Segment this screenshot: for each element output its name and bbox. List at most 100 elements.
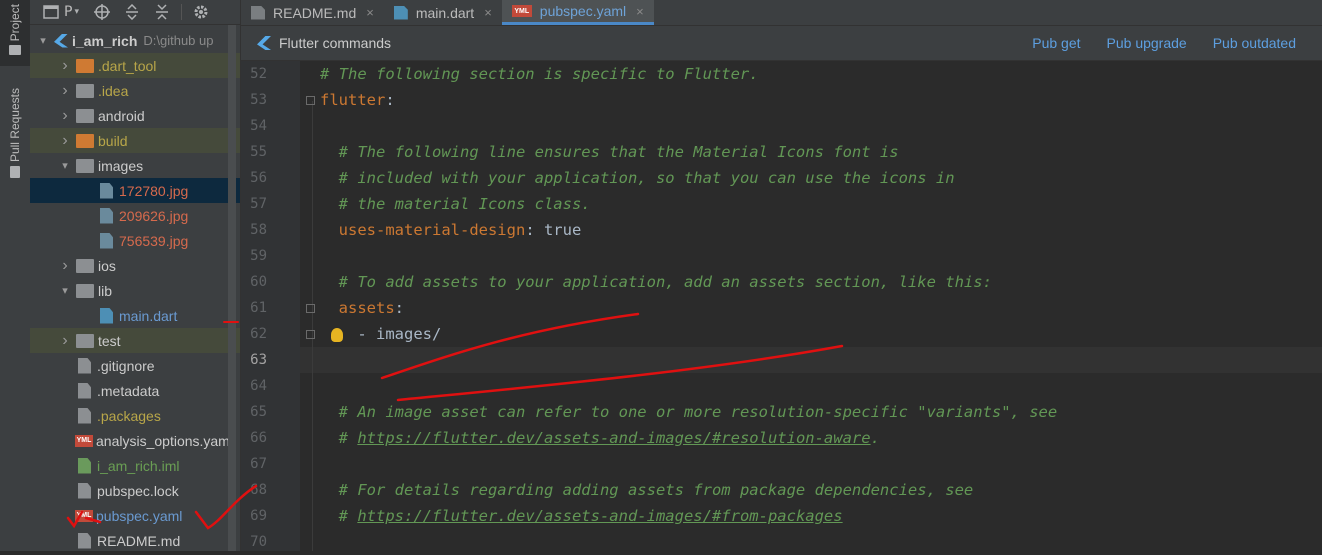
- tree-item[interactable]: › .idea: [30, 78, 240, 103]
- tree-item[interactable]: .metadata: [30, 378, 240, 403]
- chevron-down-icon[interactable]: ▾: [58, 284, 72, 297]
- chevron-right-icon[interactable]: ›: [58, 82, 72, 100]
- tree-item[interactable]: .packages: [30, 403, 240, 428]
- pub-get-link[interactable]: Pub get: [1032, 35, 1080, 51]
- chevron-right-icon[interactable]: ›: [58, 257, 72, 275]
- code-line[interactable]: [320, 451, 1322, 477]
- folder-icon: [76, 83, 94, 98]
- code-token: uses-material-design: [338, 221, 526, 239]
- editor-tab[interactable]: YML pubspec.yaml ×: [501, 0, 654, 25]
- tree-item-label: android: [98, 107, 145, 124]
- line-number: 61: [250, 300, 267, 316]
- tree-item[interactable]: ▾ lib: [30, 278, 240, 303]
- code-token: # The following line ensures that the Ma…: [338, 143, 899, 161]
- editor-tab[interactable]: main.dart ×: [384, 0, 502, 25]
- file-icon: [78, 532, 91, 549]
- image-file-icon: [100, 207, 113, 224]
- chevron-down-icon[interactable]: ▾: [58, 159, 72, 172]
- tree-item[interactable]: main.dart: [30, 303, 240, 328]
- project-toolbar: P ▾: [30, 0, 240, 25]
- tree-item[interactable]: 209626.jpg: [30, 203, 240, 228]
- code-line[interactable]: [320, 373, 1322, 399]
- code-line[interactable]: # https://flutter.dev/assets-and-images/…: [320, 503, 1322, 529]
- folder-icon: [76, 333, 94, 348]
- pub-outdated-link[interactable]: Pub outdated: [1213, 35, 1296, 51]
- line-number: 62: [250, 326, 267, 342]
- code-line[interactable]: # included with your application, so tha…: [320, 165, 1322, 191]
- chevron-down-icon[interactable]: ▾: [74, 7, 79, 17]
- tree-item[interactable]: › android: [30, 103, 240, 128]
- code-line[interactable]: uses-material-design: true: [320, 217, 1322, 243]
- editor-tab[interactable]: README.md ×: [241, 0, 384, 25]
- pub-upgrade-link[interactable]: Pub upgrade: [1107, 35, 1187, 51]
- tree-item[interactable]: › build: [30, 128, 240, 153]
- tree-item-label: test: [98, 332, 121, 349]
- code-line[interactable]: assets:: [320, 295, 1322, 321]
- pull-requests-tool-tab[interactable]: Pull Requests: [0, 88, 30, 188]
- settings-gear-icon: [194, 5, 208, 19]
- tree-item[interactable]: README.md: [30, 528, 240, 551]
- tree-item[interactable]: pubspec.lock: [30, 478, 240, 503]
- code-line[interactable]: # https://flutter.dev/assets-and-images/…: [320, 425, 1322, 451]
- locate-file-icon[interactable]: [91, 1, 113, 23]
- project-scrollbar[interactable]: [228, 25, 236, 551]
- tree-item[interactable]: › ios: [30, 253, 240, 278]
- chevron-right-icon[interactable]: ›: [58, 57, 72, 75]
- tree-item-label: 756539.jpg: [119, 232, 189, 249]
- image-file-icon: [100, 232, 113, 249]
- project-view-selector[interactable]: P: [64, 4, 72, 20]
- markdown-file-icon: [251, 5, 265, 20]
- code-line[interactable]: # An image asset can refer to one or mor…: [320, 399, 1322, 425]
- code-line[interactable]: - images/: [320, 321, 1322, 347]
- code-line[interactable]: [320, 529, 1322, 555]
- tree-item-label: lib: [98, 282, 113, 299]
- tree-item[interactable]: › .dart_tool: [30, 53, 240, 78]
- tree-item-label: pubspec.lock: [97, 482, 179, 499]
- chevron-right-icon[interactable]: ›: [58, 107, 72, 125]
- code-line[interactable]: # The following line ensures that the Ma…: [320, 139, 1322, 165]
- tree-item[interactable]: i_am_rich.iml: [30, 453, 240, 478]
- tree-item[interactable]: 172780.jpg: [30, 178, 240, 203]
- fold-end-marker[interactable]: [306, 330, 315, 339]
- fold-marker[interactable]: [306, 304, 315, 313]
- code-line[interactable]: [320, 347, 1322, 373]
- tree-item[interactable]: 756539.jpg: [30, 228, 240, 253]
- lightbulb-icon[interactable]: [331, 328, 343, 342]
- project-tool-tab[interactable]: Project: [0, 0, 30, 66]
- code-link[interactable]: https://flutter.dev/assets-and-images/#r…: [357, 429, 870, 447]
- close-icon[interactable]: ×: [484, 5, 492, 20]
- chevron-right-icon[interactable]: ›: [58, 332, 72, 350]
- code-editor[interactable]: # The following section is specific to F…: [300, 61, 1322, 551]
- collapse-all-icon[interactable]: [151, 1, 173, 23]
- tree-item[interactable]: ▾ images: [30, 153, 240, 178]
- fold-marker[interactable]: [306, 96, 315, 105]
- chevron-right-icon[interactable]: ›: [58, 132, 72, 150]
- tree-item[interactable]: YML pubspec.yaml: [30, 503, 240, 528]
- line-number: 56: [250, 170, 267, 186]
- tree-item[interactable]: › test: [30, 328, 240, 353]
- yaml-file-icon: YML: [75, 509, 93, 522]
- code-line[interactable]: # To add assets to your application, add…: [320, 269, 1322, 295]
- flutter-icon: [257, 36, 271, 50]
- code-line[interactable]: [320, 113, 1322, 139]
- gear-icon[interactable]: [190, 1, 212, 23]
- code-line[interactable]: # For details regarding adding assets fr…: [320, 477, 1322, 503]
- code-line[interactable]: # The following section is specific to F…: [320, 61, 1322, 87]
- expand-all-icon[interactable]: [121, 1, 143, 23]
- line-number-gutter: 52 53 54 55 56 57 58 59 60 61 62 63 64 65 66 67 68 69 70: [241, 61, 300, 551]
- close-icon[interactable]: ×: [366, 5, 374, 20]
- line-number: 59: [250, 248, 267, 264]
- code-line[interactable]: flutter:: [320, 87, 1322, 113]
- code-link[interactable]: https://flutter.dev/assets-and-images/#f…: [357, 507, 842, 525]
- chevron-down-icon[interactable]: ▾: [36, 34, 50, 47]
- tree-item[interactable]: YML analysis_options.yaml: [30, 428, 240, 453]
- code-line[interactable]: # the material Icons class.: [320, 191, 1322, 217]
- tree-root[interactable]: ▾ i_am_rich D:\github up: [30, 28, 240, 53]
- project-view-icon[interactable]: [40, 1, 62, 23]
- line-number: 58: [250, 222, 267, 238]
- close-icon[interactable]: ×: [636, 4, 644, 19]
- tree-item[interactable]: .gitignore: [30, 353, 240, 378]
- code-line[interactable]: [320, 243, 1322, 269]
- line-number: 57: [250, 196, 267, 212]
